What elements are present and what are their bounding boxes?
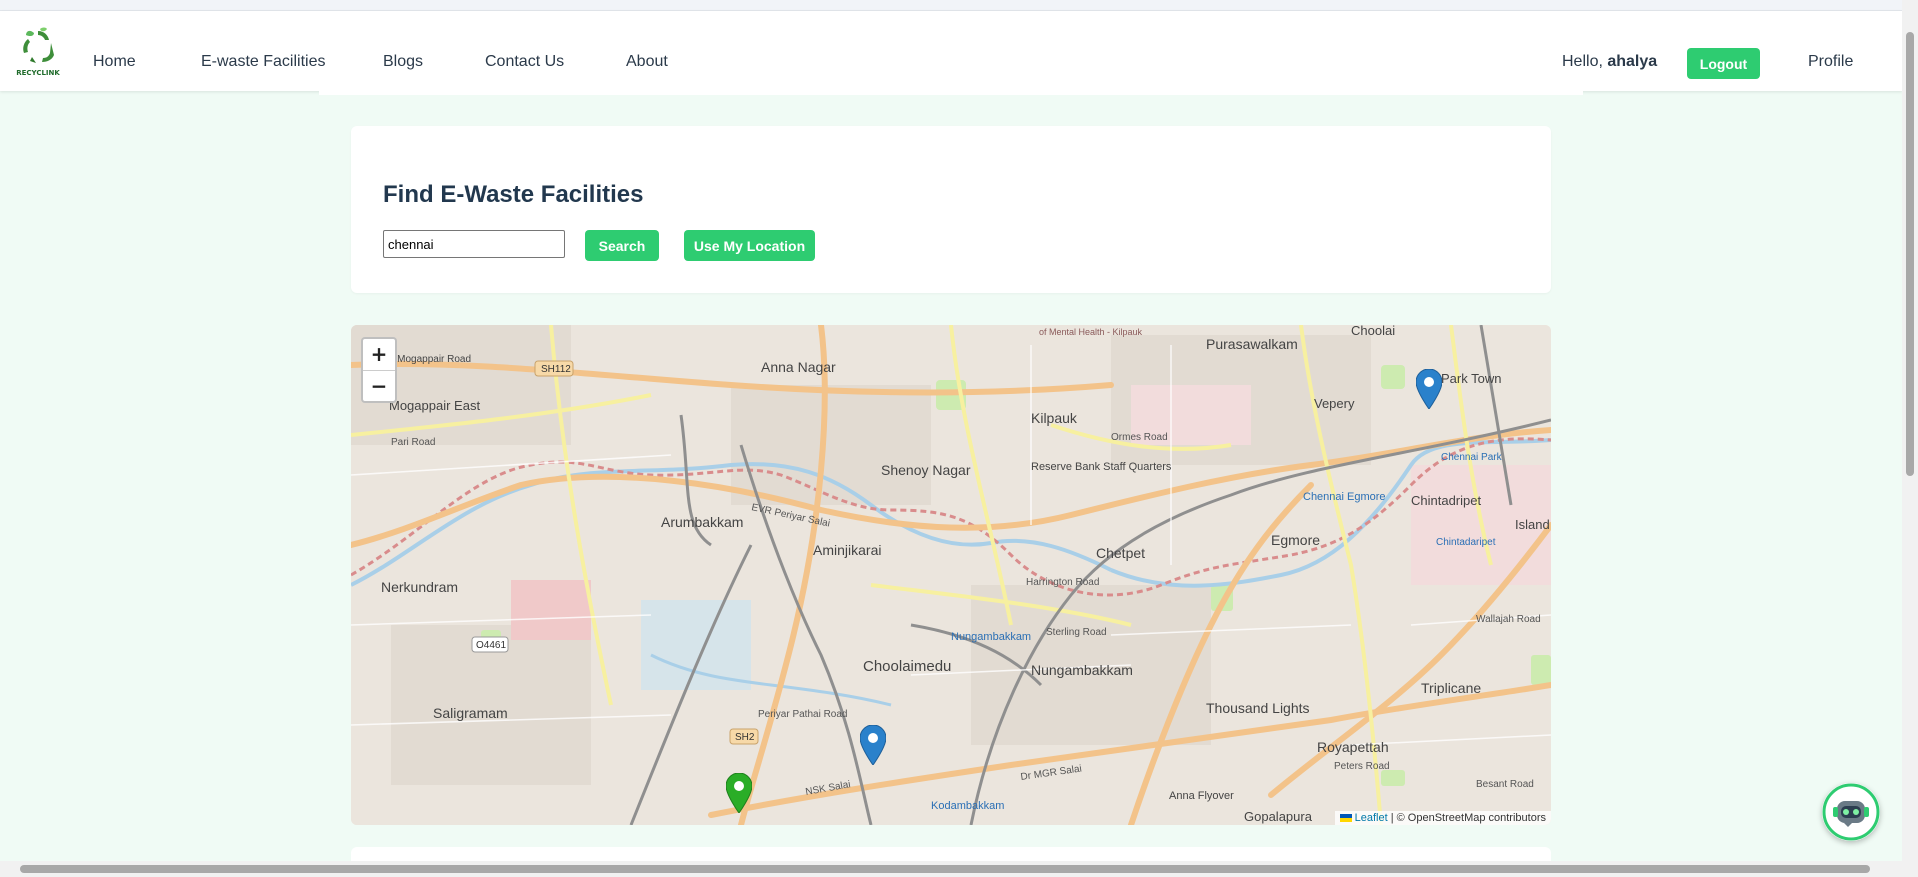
horizontal-scrollbar[interactable] xyxy=(0,861,1902,877)
user-greeting: Hello, ahalya xyxy=(1562,53,1657,71)
map-label-choolaimedu: Choolaimedu xyxy=(863,658,951,675)
vertical-scrollbar[interactable] xyxy=(1902,0,1918,877)
facility-map[interactable]: Anna Nagar Purasawalkam Choolai Vepery P… xyxy=(351,325,1551,825)
logout-button[interactable]: Logout xyxy=(1687,48,1760,79)
browser-top-strip xyxy=(0,0,1902,11)
road-label-wallajah-road: Wallajah Road xyxy=(1476,614,1541,625)
map-label-triplicane: Triplicane xyxy=(1421,680,1481,696)
navbar: RECYCLINK Home E-waste Facilities Blogs … xyxy=(0,11,1902,91)
map-label-park-town: Park Town xyxy=(1441,371,1501,386)
map-label-vepery: Vepery xyxy=(1314,396,1355,411)
map-tiles[interactable]: Anna Nagar Purasawalkam Choolai Vepery P… xyxy=(351,325,1551,825)
map-pin-icon xyxy=(860,725,886,765)
map-attribution: Leaflet | © OpenStreetMap contributors xyxy=(1334,811,1551,825)
map-label-nungambakkam-station: Nungambakkam xyxy=(951,631,1031,643)
map-label-arumbakkam: Arumbakkam xyxy=(661,514,743,530)
header-underline xyxy=(319,91,1583,95)
page-title: Find E-Waste Facilities xyxy=(383,181,644,208)
map-label-shenoy-nagar: Shenoy Nagar xyxy=(881,462,971,478)
map-label-royapettah: Royapettah xyxy=(1317,739,1389,755)
vertical-scroll-thumb[interactable] xyxy=(1906,32,1914,476)
route-shield-o4461: O4461 xyxy=(476,640,506,651)
map-label-mogappair-east: Mogappair East xyxy=(389,398,480,413)
nav-e-waste-facilities[interactable]: E-waste Facilities xyxy=(201,53,325,71)
route-shield-sh2: SH2 xyxy=(735,732,755,743)
nav-blogs[interactable]: Blogs xyxy=(383,53,423,71)
nav-home[interactable]: Home xyxy=(93,53,136,71)
map-label-chintadaripet-station: Chintadaripet xyxy=(1436,537,1496,548)
nav-profile[interactable]: Profile xyxy=(1808,53,1853,71)
route-shield-sh112: SH112 xyxy=(541,364,571,375)
map-label-choolai: Choolai xyxy=(1351,325,1395,338)
map-label-kilpauk: Kilpauk xyxy=(1031,410,1078,426)
logo-text: RECYCLINK xyxy=(16,69,60,77)
road-label-sterling-road: Sterling Road xyxy=(1046,627,1107,638)
map-label-saligramam: Saligramam xyxy=(433,705,508,721)
map-label-egmore: Egmore xyxy=(1271,532,1320,548)
road-label-peters-road: Peters Road xyxy=(1334,761,1390,772)
map-label-nungambakkam: Nungambakkam xyxy=(1031,662,1133,678)
use-my-location-button[interactable]: Use My Location xyxy=(684,230,815,261)
map-label-chetpet: Chetpet xyxy=(1096,545,1145,561)
map-pin-icon xyxy=(726,773,752,813)
city-search-input[interactable] xyxy=(383,230,565,258)
recyclink-logo[interactable]: RECYCLINK xyxy=(16,27,60,77)
map-label-thousand-lights: Thousand Lights xyxy=(1206,700,1310,716)
zoom-out-button[interactable]: − xyxy=(363,371,395,401)
search-button[interactable]: Search xyxy=(585,230,659,261)
road-label-harrington-road: Harrington Road xyxy=(1026,577,1099,588)
map-label-island-grounds: Island Gro xyxy=(1515,517,1551,532)
user-name: ahalya xyxy=(1607,53,1658,70)
road-label-besant-road: Besant Road xyxy=(1476,779,1534,790)
leaflet-link[interactable]: Leaflet xyxy=(1355,812,1388,824)
map-label-purasawalkam: Purasawalkam xyxy=(1206,336,1298,352)
recycle-leaf-icon xyxy=(23,27,54,63)
map-label-gopalapuram: Gopalapura xyxy=(1244,809,1313,824)
map-label-kodambakkam: Kodambakkam xyxy=(931,800,1004,812)
map-label-rbi-staff-quarters: Reserve Bank Staff Quarters xyxy=(1031,461,1172,473)
map-label-chintadripet: Chintadripet xyxy=(1411,493,1481,508)
map-label-chennai-egmore: Chennai Egmore xyxy=(1303,491,1386,503)
map-label-anna-flyover: Anna Flyover xyxy=(1169,790,1234,802)
nav-contact-us[interactable]: Contact Us xyxy=(485,53,564,71)
robot-chat-icon xyxy=(1822,783,1880,841)
zoom-in-button[interactable]: + xyxy=(363,339,395,371)
search-card: Find E-Waste Facilities Search Use My Lo… xyxy=(351,126,1551,293)
osm-attribution-text: | © OpenStreetMap contributors xyxy=(1390,812,1546,824)
map-label-aminjikarai: Aminjikarai xyxy=(813,542,881,558)
map-pin-icon xyxy=(1416,369,1442,409)
road-label-pari-road: Pari Road xyxy=(391,437,435,448)
map-label-nerkundram: Nerkundram xyxy=(381,579,458,595)
ukraine-flag-icon xyxy=(1339,814,1352,823)
map-label-anna-nagar: Anna Nagar xyxy=(761,359,836,375)
horizontal-scroll-thumb[interactable] xyxy=(20,865,1870,873)
map-label-chennai-park: Chennai Park xyxy=(1441,452,1503,463)
map-label-kilpauk-health: of Mental Health - Kilpauk xyxy=(1039,327,1143,337)
nav-about[interactable]: About xyxy=(626,53,668,71)
road-label-periyar-pathai: Periyar Pathai Road xyxy=(758,709,848,720)
road-label-ormes-road: Ormes Road xyxy=(1111,432,1168,443)
zoom-control: + − xyxy=(361,337,397,403)
greeting-prefix: Hello, xyxy=(1562,53,1603,70)
chatbot-button[interactable] xyxy=(1822,783,1880,841)
